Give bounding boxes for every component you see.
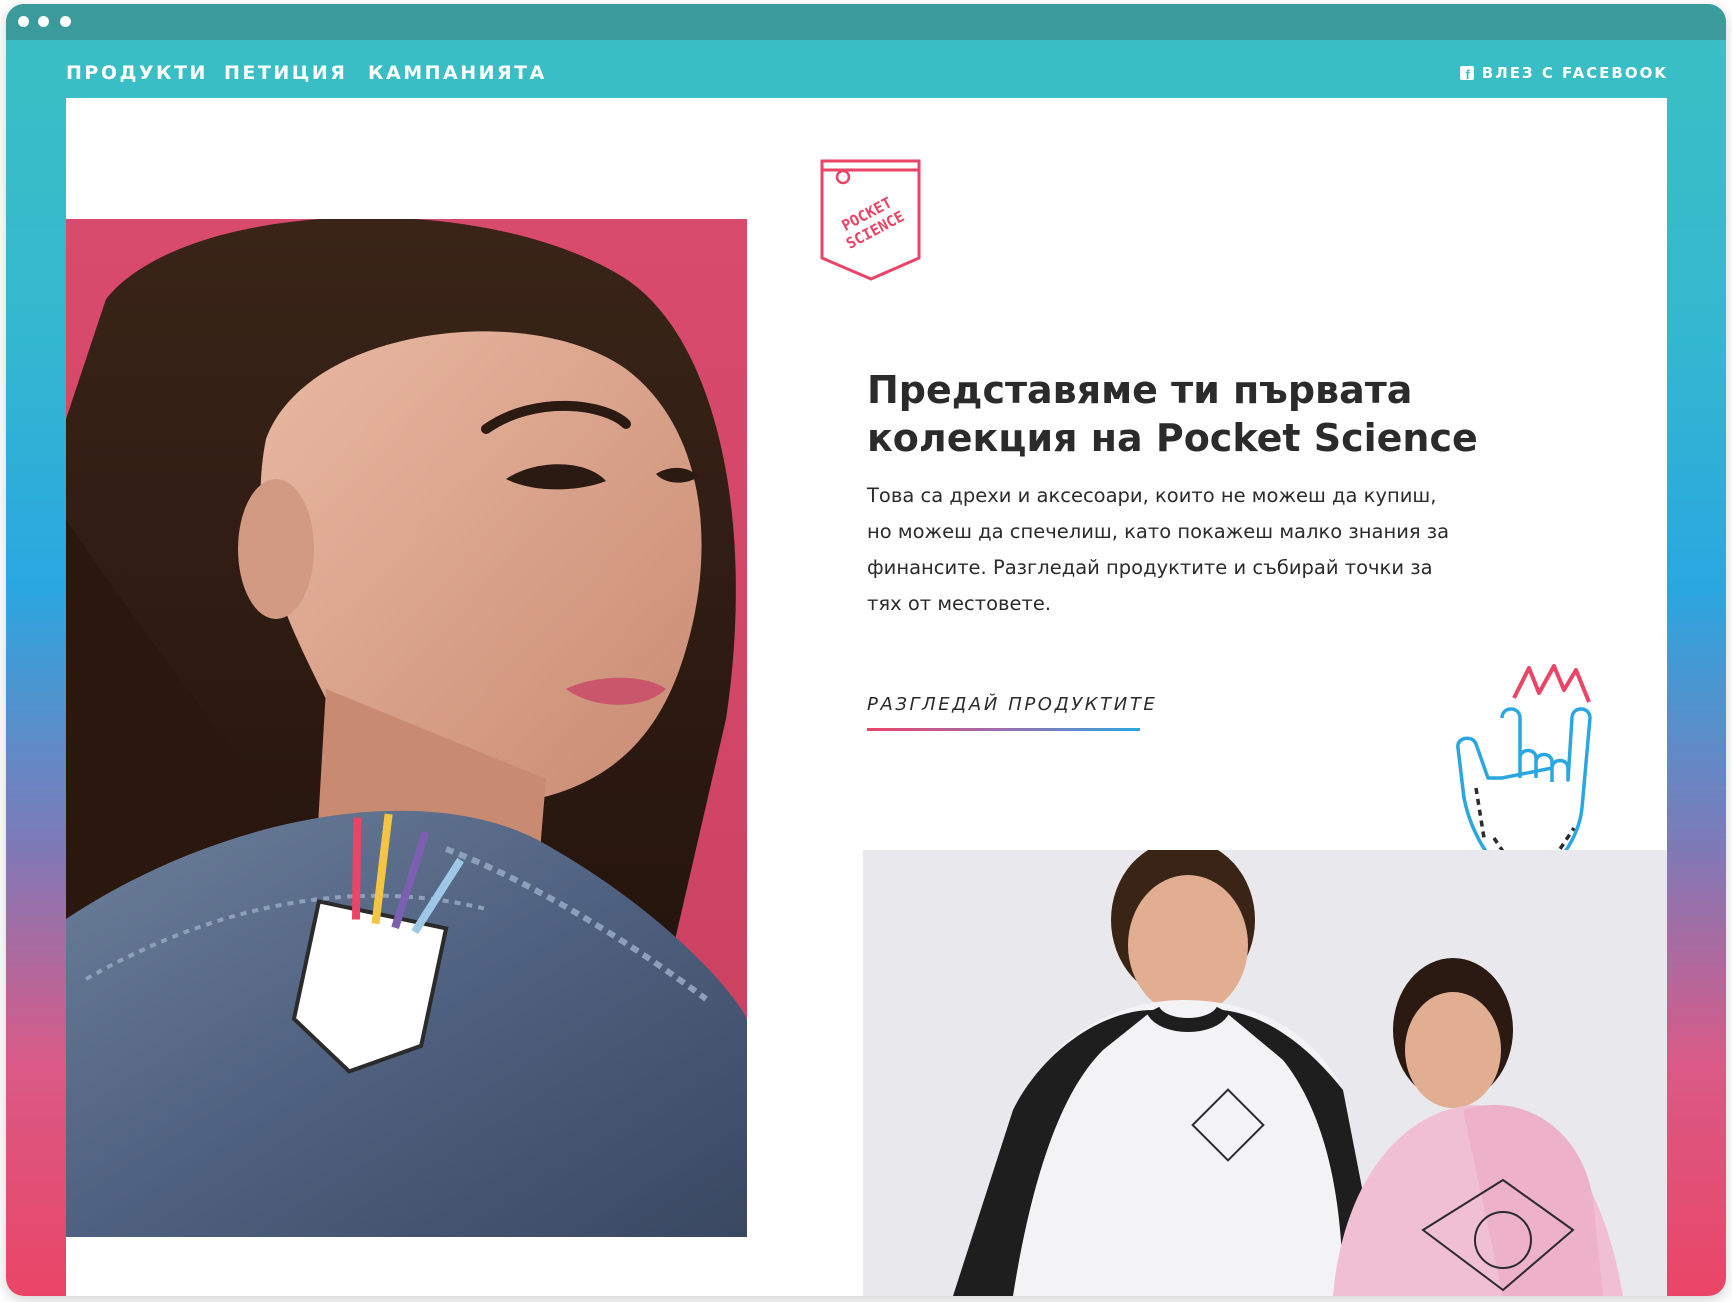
- facebook-login-label: ВЛЕЗ С FACEBOOK: [1481, 64, 1668, 82]
- hero-description-line-4: тях от местовете.: [867, 592, 1052, 615]
- hero-description: Това са дрехи и аксесоари, които не може…: [867, 478, 1487, 622]
- hero-photo-girl-illustration: [66, 219, 747, 1237]
- top-navigation: ПРОДУКТИ ПЕТИЦИЯ КАМПАНИЯТА ВЛЕЗ С FACEB…: [6, 62, 1726, 86]
- hero-photo-teens-illustration: [863, 850, 1667, 1296]
- hero-photo-teens: [863, 850, 1667, 1296]
- window-dot-2[interactable]: [38, 16, 49, 27]
- browse-products-link[interactable]: РАЗГЛЕДАЙ ПРОДУКТИТЕ: [867, 694, 1157, 715]
- hero-headline-line-2: колекция на Pocket Science: [867, 416, 1478, 460]
- hero-description-line-3: финансите. Разгледай продуктите и събира…: [867, 556, 1433, 579]
- hero-headline-line-1: Представяме ти първата: [867, 368, 1413, 412]
- nav-item-petition[interactable]: ПЕТИЦИЯ: [224, 62, 347, 84]
- hero-headline: Представяме ти първата колекция на Pocke…: [867, 366, 1507, 462]
- page-content: POCKET SCIENCE Представяме ти първата ко…: [66, 98, 1667, 1296]
- hero-description-line-2: но можеш да спечелиш, като покажеш малко…: [867, 520, 1450, 543]
- cta-underline: [867, 728, 1140, 731]
- window-dot-1[interactable]: [18, 16, 29, 27]
- nav-item-campaign[interactable]: КАМПАНИЯТА: [368, 62, 547, 84]
- title-bar: [6, 4, 1726, 40]
- hero-photo-girl: [66, 219, 747, 1237]
- nav-item-products[interactable]: ПРОДУКТИ: [66, 62, 208, 84]
- browser-window: ПРОДУКТИ ПЕТИЦИЯ КАМПАНИЯТА ВЛЕЗ С FACEB…: [6, 4, 1726, 1296]
- window-dot-3[interactable]: [60, 16, 71, 27]
- hero-description-line-1: Това са дрехи и аксесоари, които не може…: [867, 484, 1437, 507]
- facebook-login-button[interactable]: ВЛЕЗ С FACEBOOK: [1459, 64, 1668, 82]
- facebook-icon: [1459, 66, 1474, 82]
- pocket-science-logo: POCKET SCIENCE: [820, 159, 921, 281]
